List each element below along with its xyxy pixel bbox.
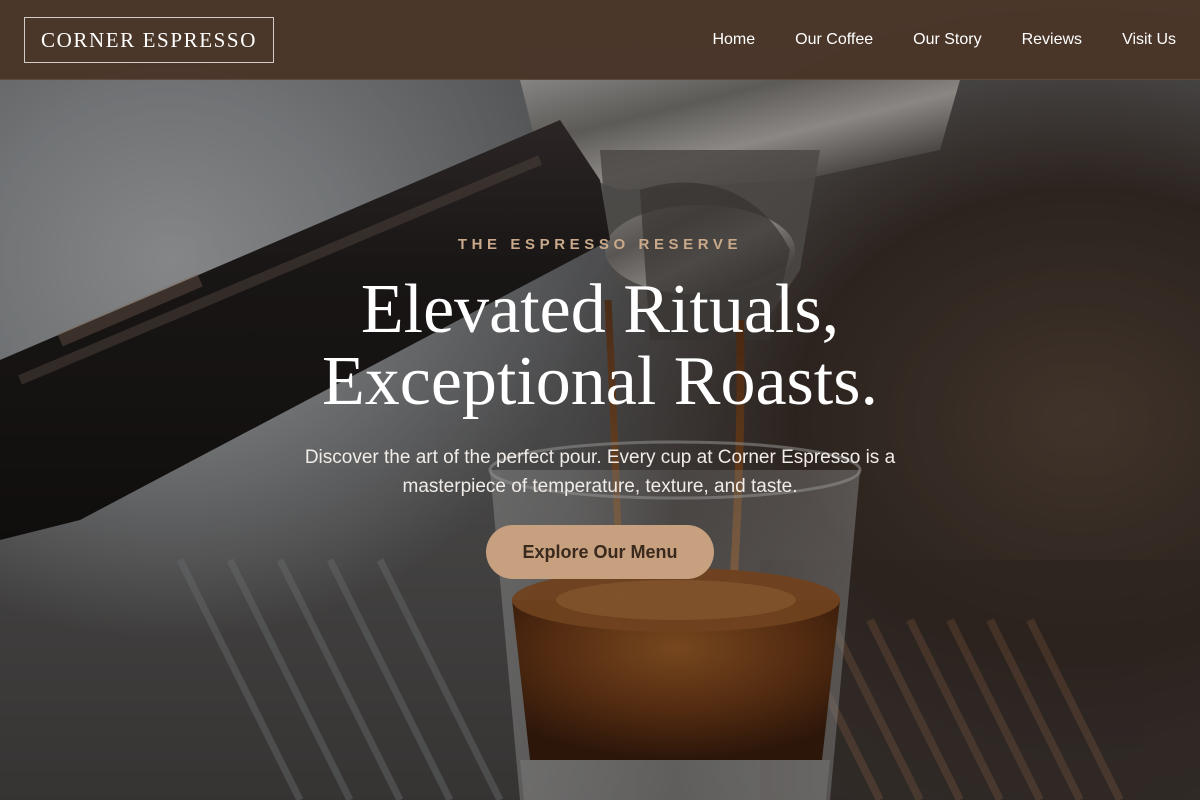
hero-headline-line-1: Elevated Rituals, [360, 271, 840, 348]
hero-headline-line-2: Exceptional Roasts. [321, 343, 878, 420]
hero-headline: Elevated Rituals, Exceptional Roasts. [0, 274, 1200, 418]
hero-eyebrow: THE ESPRESSO RESERVE [457, 236, 743, 253]
hero-section: THE ESPRESSO RESERVE Elevated Rituals, E… [0, 0, 1200, 800]
explore-menu-button[interactable]: Explore Our Menu [486, 525, 714, 579]
landing-page: CORNER ESPRESSO Home Our Coffee Our Stor… [0, 0, 1200, 800]
hero-description: Discover the art of the perfect pour. Ev… [304, 447, 896, 497]
